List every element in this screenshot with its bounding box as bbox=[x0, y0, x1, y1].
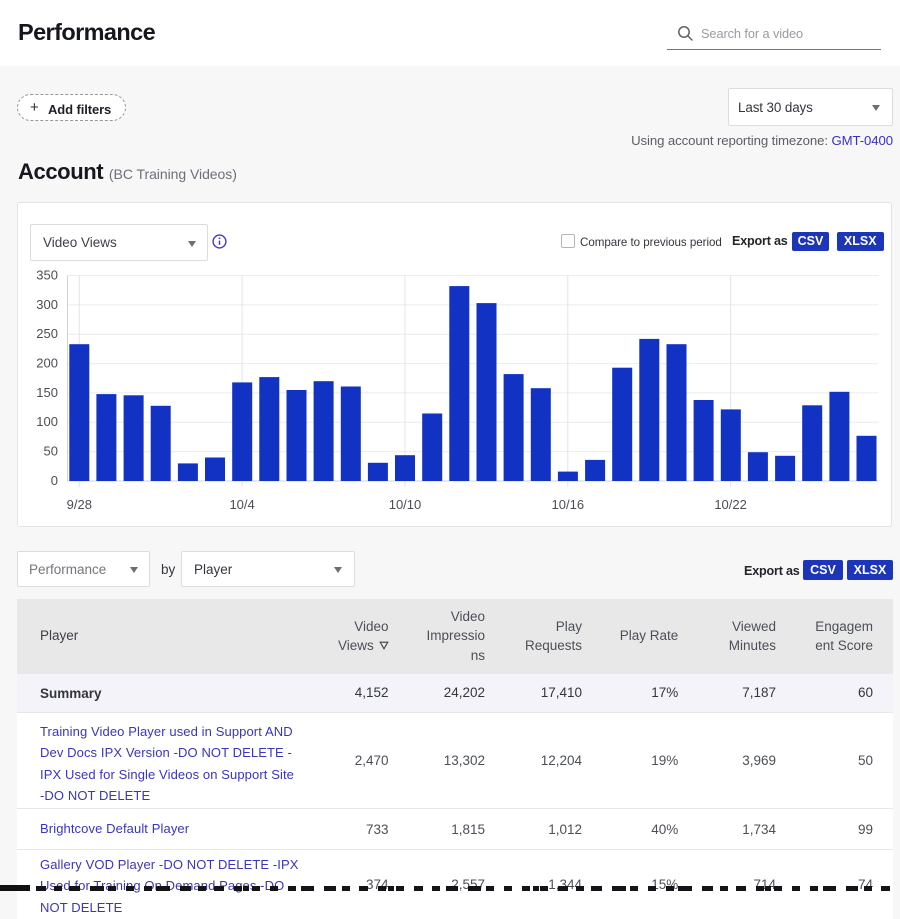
svg-text:9/28: 9/28 bbox=[67, 497, 92, 512]
svg-text:10/16: 10/16 bbox=[552, 497, 585, 512]
svg-text:10/10: 10/10 bbox=[389, 497, 422, 512]
svg-text:250: 250 bbox=[36, 326, 58, 341]
svg-text:350: 350 bbox=[36, 267, 58, 282]
svg-text:100: 100 bbox=[36, 414, 58, 429]
svg-text:10/4: 10/4 bbox=[229, 497, 254, 512]
svg-text:10/22: 10/22 bbox=[714, 497, 747, 512]
svg-text:0: 0 bbox=[51, 473, 58, 488]
svg-text:300: 300 bbox=[36, 297, 58, 312]
svg-text:150: 150 bbox=[36, 385, 58, 400]
svg-text:200: 200 bbox=[36, 356, 58, 371]
svg-text:50: 50 bbox=[44, 444, 58, 459]
